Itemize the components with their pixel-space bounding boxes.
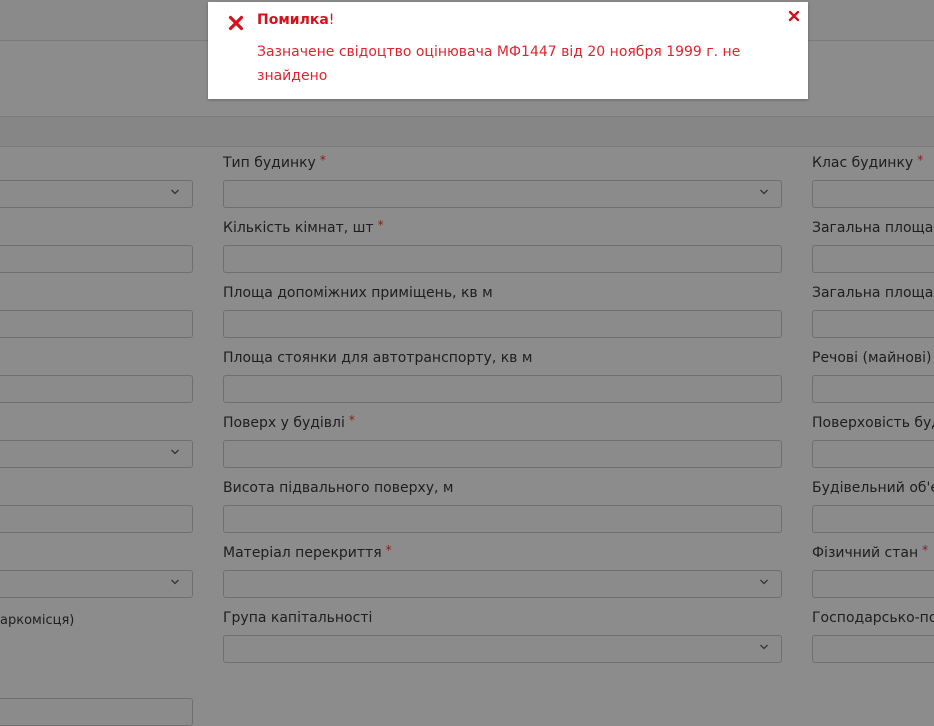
right_column-label-6: Фізичний стан * [812, 543, 929, 562]
left-input-4[interactable] [0, 375, 193, 403]
chevron-down-icon [760, 579, 768, 586]
close-icon[interactable] [788, 7, 800, 22]
middle_column-select-7[interactable] [223, 635, 782, 663]
middle_column-select-6[interactable] [223, 570, 782, 598]
middle_column-label-2: Площа допоміжних приміщень, кв м [223, 285, 493, 302]
chevron-down-icon [171, 579, 179, 586]
chevron-down-icon [171, 189, 179, 196]
left-select-5[interactable] [0, 440, 193, 468]
required-marker: * [385, 543, 392, 557]
chevron-down-icon [760, 189, 768, 196]
right_column-input-6[interactable] [812, 570, 934, 598]
field-label-text: Загальна площа [812, 220, 934, 236]
field-label-text: Поверховість буд [812, 415, 934, 431]
section-header-bar [0, 116, 934, 147]
middle_column-label-6: Матеріал перекриття * [223, 543, 392, 562]
required-marker: * [377, 218, 384, 232]
field-label-text: Тип будинку [223, 155, 316, 171]
field-label-text: Клас будинку [812, 155, 914, 171]
field-label-text: Площа допоміжних приміщень, кв м [223, 285, 493, 301]
error-alert: Помилка! Зазначене свідоцтво оцінювача М… [208, 2, 808, 99]
field-label-text: Загальна площа [812, 285, 934, 301]
error-icon [228, 15, 244, 31]
middle_column-input-3[interactable] [223, 375, 782, 403]
left-input-3[interactable] [0, 310, 193, 338]
field-label-text: Господарсько-по [812, 610, 934, 626]
field-label-text: Будівельний об'є [812, 480, 934, 496]
right_column-input-7[interactable] [812, 635, 934, 663]
field-label-text: Кількість кімнат, шт [223, 220, 374, 236]
right_column-input-4[interactable] [812, 440, 934, 468]
right_column-label-4: Поверховість буд [812, 415, 934, 432]
chevron-down-icon [760, 644, 768, 651]
middle_column-label-0: Тип будинку * [223, 153, 326, 172]
right_column-input-5[interactable] [812, 505, 934, 533]
right_column-input-0[interactable] [812, 180, 934, 208]
right_column-input-2[interactable] [812, 310, 934, 338]
alert-title: Помилка! [257, 12, 334, 28]
middle_column-label-1: Кількість кімнат, шт * [223, 218, 384, 237]
required-marker: * [922, 543, 929, 557]
alert-message: Зазначене свідоцтво оцінювача МФ1447 від… [257, 44, 741, 84]
field-label-text: Група капітальності [223, 610, 373, 626]
required-marker: * [348, 413, 355, 427]
right_column-label-3: Речові (майнові) п [812, 350, 934, 367]
right_column-label-1: Загальна площа [812, 220, 933, 237]
field-label-text: Фізичний стан [812, 545, 919, 561]
left-select-7[interactable] [0, 570, 193, 598]
left-input-6[interactable] [0, 505, 193, 533]
field-label-text: Речові (майнові) п [812, 350, 934, 366]
field-label-text: Поверх у будівлі [223, 415, 345, 431]
middle_column-label-4: Поверх у будівлі * [223, 413, 355, 432]
right_column-label-2: Загальна площа [812, 285, 933, 302]
field-label-text: Висота підвального поверху, м [223, 480, 454, 496]
right_column-label-5: Будівельний об'є [812, 480, 934, 497]
middle_column-label-5: Висота підвального поверху, м [223, 480, 454, 497]
middle_column-input-4[interactable] [223, 440, 782, 468]
alert-title-suffix: ! [328, 12, 335, 28]
left-input-2[interactable] [0, 245, 193, 273]
alert-title-text: Помилка [257, 12, 329, 28]
left-partial-label: аркомісця) [0, 613, 75, 628]
right_column-input-1[interactable] [812, 245, 934, 273]
right_column-input-3[interactable] [812, 375, 934, 403]
middle_column-label-3: Площа стоянки для автотранспорту, кв м [223, 350, 532, 367]
required-marker: * [319, 153, 326, 167]
right_column-label-7: Господарсько-по [812, 610, 934, 627]
middle_column-label-7: Група капітальності [223, 610, 372, 627]
required-marker: * [917, 153, 924, 167]
left-input-8[interactable] [0, 698, 193, 726]
right_column-label-0: Клас будинку * [812, 153, 924, 172]
field-label-text: Площа стоянки для автотранспорту, кв м [223, 350, 533, 366]
middle_column-input-5[interactable] [223, 505, 782, 533]
left-select-1[interactable] [0, 180, 193, 208]
middle_column-select-0[interactable] [223, 180, 782, 208]
chevron-down-icon [171, 449, 179, 456]
middle_column-input-1[interactable] [223, 245, 782, 273]
field-label-text: Матеріал перекриття [223, 545, 382, 561]
middle_column-input-2[interactable] [223, 310, 782, 338]
